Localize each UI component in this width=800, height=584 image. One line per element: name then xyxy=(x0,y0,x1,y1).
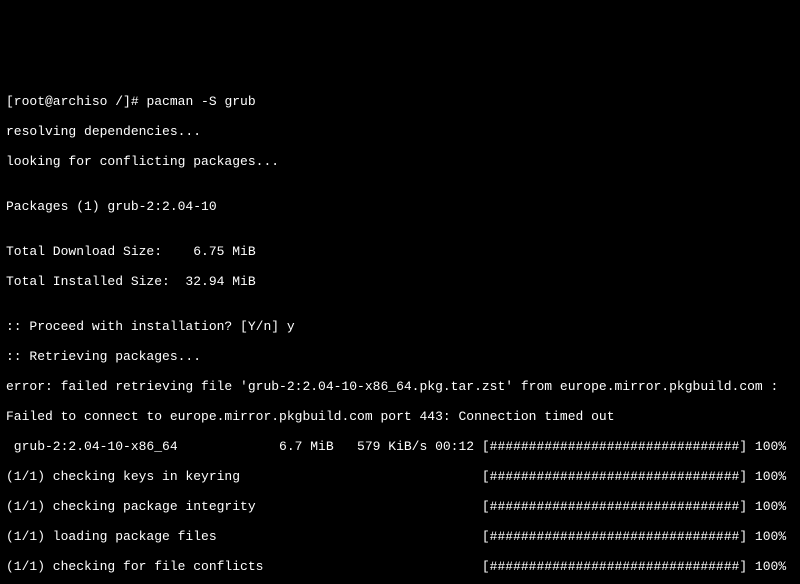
progress-line: (1/1) checking package integrity [######… xyxy=(6,499,794,514)
output-line: resolving dependencies... xyxy=(6,124,794,139)
shell-prompt: [root@archiso /]# xyxy=(6,94,146,109)
output-line: Total Download Size: 6.75 MiB xyxy=(6,244,794,259)
progress-line: (1/1) checking keys in keyring [########… xyxy=(6,469,794,484)
output-line: :: Retrieving packages... xyxy=(6,349,794,364)
prompt-proceed[interactable]: :: Proceed with installation? [Y/n] y xyxy=(6,319,794,334)
output-line: Total Installed Size: 32.94 MiB xyxy=(6,274,794,289)
progress-line: grub-2:2.04-10-x86_64 6.7 MiB 579 KiB/s … xyxy=(6,439,794,454)
output-line: Packages (1) grub-2:2.04-10 xyxy=(6,199,794,214)
output-line: looking for conflicting packages... xyxy=(6,154,794,169)
terminal-output: [root@archiso /]# pacman -S grub resolvi… xyxy=(0,75,800,584)
command-text: pacman -S grub xyxy=(146,94,255,109)
progress-line: (1/1) checking for file conflicts [#####… xyxy=(6,559,794,574)
prompt-line[interactable]: [root@archiso /]# pacman -S grub xyxy=(6,94,794,109)
error-line: Failed to connect to europe.mirror.pkgbu… xyxy=(6,409,794,424)
error-line: error: failed retrieving file 'grub-2:2.… xyxy=(6,379,794,394)
progress-line: (1/1) loading package files [###########… xyxy=(6,529,794,544)
